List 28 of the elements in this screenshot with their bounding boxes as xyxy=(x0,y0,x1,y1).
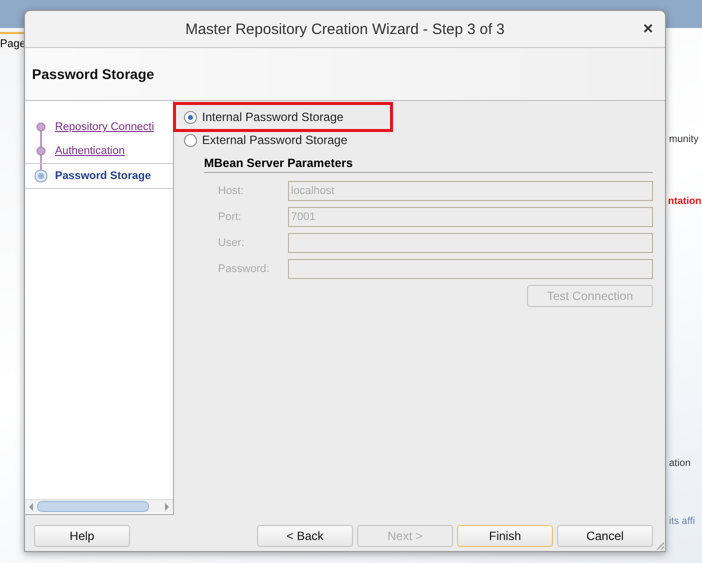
section-title: MBean Server Parameters xyxy=(204,156,653,173)
window-title: Master Repository Creation Wizard - Step 3 of 3 xyxy=(185,20,505,38)
option-label[interactable]: Internal Password Storage xyxy=(202,110,344,124)
dialog-button[interactable]: Cancel xyxy=(557,525,653,547)
scrollbar[interactable] xyxy=(25,499,173,513)
radio-button[interactable] xyxy=(184,110,197,124)
page-heading: Password Storage xyxy=(32,66,154,82)
background-text: its affi xyxy=(669,516,695,527)
close-icon[interactable]: × xyxy=(643,19,653,39)
field-label: Password: xyxy=(218,263,270,275)
scroll-left-icon[interactable] xyxy=(29,502,33,510)
background-text: munity xyxy=(669,134,698,145)
scroll-right-icon[interactable] xyxy=(165,502,169,510)
dialog-button[interactable]: Finish xyxy=(457,525,553,547)
step-link[interactable]: Password Storage xyxy=(55,170,151,182)
resize-grip-icon[interactable] xyxy=(656,542,664,550)
background-text: ation xyxy=(669,458,691,469)
field-label: Port: xyxy=(218,211,242,223)
field-label: Host: xyxy=(218,185,245,197)
scroll-thumb[interactable] xyxy=(37,501,149,512)
dialog-button[interactable]: Help xyxy=(34,525,130,547)
background-text: ntation xyxy=(668,196,702,207)
field-label: User: xyxy=(218,237,246,249)
dialog-button[interactable]: < Back xyxy=(257,525,353,547)
radio-button[interactable] xyxy=(184,134,197,146)
option-label[interactable]: External Password Storage xyxy=(202,133,348,147)
step-link[interactable]: Repository Connecti xyxy=(55,121,154,133)
step-link[interactable]: Authentication xyxy=(55,145,125,157)
